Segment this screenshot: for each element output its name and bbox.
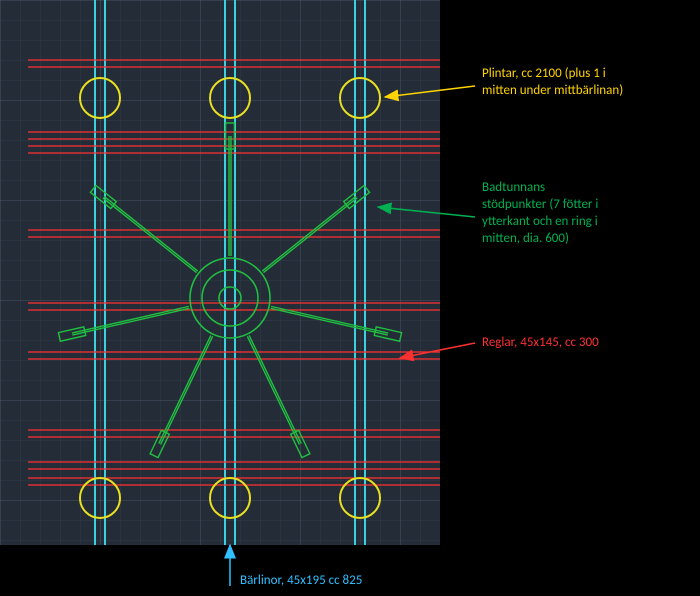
label-barlinor: Bärlinor, 45x195 cc 825 <box>240 573 362 590</box>
cad-viewport <box>0 0 440 545</box>
label-reglar: Reglar, 45x145, cc 300 <box>482 335 599 352</box>
grid <box>0 0 440 545</box>
label-badtunna: Badtunnans stödpunkter (7 fötter i ytter… <box>482 180 598 248</box>
label-plintar: Plintar, cc 2100 (plus 1 i mitten under … <box>482 66 623 100</box>
